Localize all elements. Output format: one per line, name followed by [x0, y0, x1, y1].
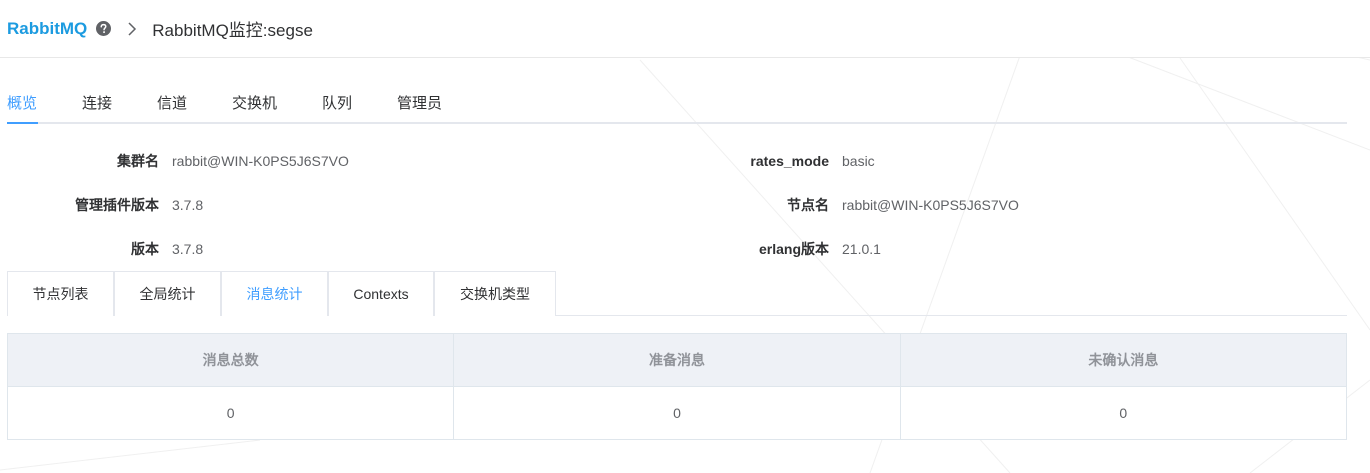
sub-tabs: 节点列表 全局统计 消息统计 Contexts 交换机类型 — [7, 271, 1347, 316]
info-label: 集群名 — [117, 153, 159, 169]
info-plugin-version: 管理插件版本 3.7.8 — [20, 195, 203, 215]
info-label: erlang版本 — [758, 241, 829, 257]
question-circle-icon[interactable] — [96, 21, 112, 36]
column-header-total[interactable]: 消息总数 — [7, 333, 455, 387]
tab-connections[interactable]: 连接 — [82, 92, 112, 113]
info-value: rabbit@WIN-K0PS5J6S7VO — [172, 153, 349, 169]
table-header-row: 消息总数 准备消息 未确认消息 — [7, 333, 1348, 387]
column-header-unacked[interactable]: 未确认消息 — [900, 333, 1348, 387]
active-tab-indicator — [7, 122, 38, 124]
tab-admin[interactable]: 管理员 — [397, 92, 442, 113]
info-value: basic — [842, 153, 875, 169]
cell-unacked: 0 — [900, 386, 1348, 440]
info-value: 3.7.8 — [172, 197, 204, 213]
cell-total: 0 — [7, 386, 455, 440]
info-label: rates_mode — [750, 153, 829, 169]
info-value: rabbit@WIN-K0PS5J6S7VO — [842, 197, 1019, 213]
info-label: 管理插件版本 — [75, 197, 159, 213]
tab-node-list[interactable]: 节点列表 — [7, 271, 114, 316]
chevron-right-icon — [126, 21, 138, 36]
tab-queues[interactable]: 队列 — [322, 92, 352, 113]
tab-channels[interactable]: 信道 — [157, 92, 187, 113]
message-stats-table: 消息总数 准备消息 未确认消息 0 0 0 — [7, 333, 1348, 440]
tab-message-stats[interactable]: 消息统计 — [221, 271, 328, 316]
info-erlang-version: erlang版本 21.0.1 — [660, 239, 881, 259]
tab-overview[interactable]: 概览 — [7, 92, 37, 113]
tab-contexts[interactable]: Contexts — [328, 271, 434, 316]
main-tabs: 概览 连接 信道 交换机 队列 管理员 — [7, 80, 1347, 124]
info-label: 版本 — [131, 241, 159, 257]
info-value: 21.0.1 — [842, 241, 881, 257]
tab-exchange-types[interactable]: 交换机类型 — [434, 271, 556, 316]
table-row: 0 0 0 — [7, 386, 1348, 440]
tab-exchanges[interactable]: 交换机 — [232, 92, 277, 113]
info-version: 版本 3.7.8 — [20, 239, 203, 259]
breadcrumb-current: RabbitMQ监控:segse — [152, 21, 313, 40]
info-label: 节点名 — [787, 197, 829, 213]
top-header: RabbitMQ RabbitMQ监控:segse — [0, 0, 1370, 58]
brand-logo[interactable]: RabbitMQ — [7, 19, 87, 39]
info-cluster-name: 集群名 rabbit@WIN-K0PS5J6S7VO — [20, 151, 349, 171]
cell-ready: 0 — [453, 386, 901, 440]
tab-global-stats[interactable]: 全局统计 — [114, 271, 221, 316]
info-value: 3.7.8 — [172, 241, 204, 257]
info-node-name: 节点名 rabbit@WIN-K0PS5J6S7VO — [660, 195, 1019, 215]
info-rates-mode: rates_mode basic — [660, 151, 875, 171]
column-header-ready[interactable]: 准备消息 — [453, 333, 901, 387]
